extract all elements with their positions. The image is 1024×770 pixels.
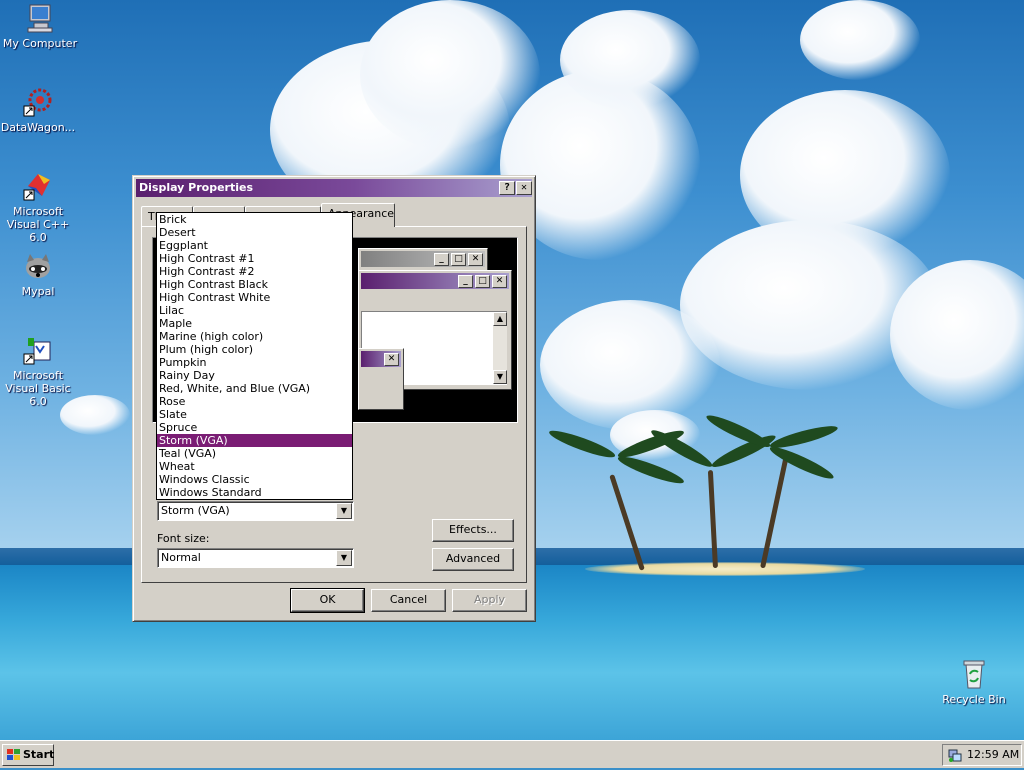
desktop-icon-mypal[interactable]: Mypal (0, 250, 78, 298)
help-button[interactable]: ? (499, 181, 515, 195)
preview-maximize-icon: □ (475, 275, 490, 288)
color-scheme-option[interactable]: Windows Classic (157, 473, 352, 486)
color-scheme-option[interactable]: Teal (VGA) (157, 447, 352, 460)
color-scheme-option[interactable]: Rainy Day (157, 369, 352, 382)
font-size-value: Normal (161, 551, 201, 564)
color-scheme-option[interactable]: High Contrast Black (157, 278, 352, 291)
color-scheme-option[interactable]: Spruce (157, 421, 352, 434)
taskbar: Start 12:59 AM (0, 740, 1024, 768)
window-title: Display Properties (139, 181, 254, 194)
visual-basic-icon (22, 334, 54, 366)
preview-scroll-down-icon: ▼ (493, 370, 507, 384)
preview-close-icon: ✕ (492, 275, 507, 288)
desktop-icon-visual-cpp[interactable]: Microsoft Visual C++ 6.0 (0, 170, 78, 244)
desktop-icon-visual-basic[interactable]: Microsoft Visual Basic 6.0 (0, 334, 78, 408)
recycle-bin-icon (958, 658, 990, 690)
apply-button[interactable]: Apply (452, 589, 527, 612)
window-titlebar[interactable]: Display Properties ? ✕ (136, 179, 532, 197)
preview-minimize-icon: _ (458, 275, 473, 288)
start-label: Start (23, 748, 55, 761)
effects-button[interactable]: Effects... (432, 519, 514, 542)
font-size-label: Font size: (157, 532, 210, 545)
color-scheme-select[interactable]: Storm (VGA) ▼ (157, 501, 354, 521)
color-scheme-option[interactable]: High Contrast White (157, 291, 352, 304)
network-icon[interactable] (947, 747, 963, 763)
color-scheme-dropdown-list[interactable]: Brick Desert Eggplant High Contrast #1 High … (156, 212, 353, 500)
chevron-down-icon[interactable]: ▼ (336, 550, 352, 566)
cancel-button[interactable]: Cancel (371, 589, 446, 612)
preview-scrollbar: ▲ ▼ (493, 312, 507, 384)
preview-maximize-icon: □ (451, 253, 466, 266)
color-scheme-option[interactable]: Pumpkin (157, 356, 352, 369)
color-scheme-option[interactable]: High Contrast #1 (157, 252, 352, 265)
preview-message-box: ✕ (358, 348, 404, 410)
color-scheme-option[interactable]: Eggplant (157, 239, 352, 252)
color-scheme-option[interactable]: Maple (157, 317, 352, 330)
color-scheme-option[interactable]: Marine (high color) (157, 330, 352, 343)
windows-logo-icon (6, 748, 21, 762)
start-button[interactable]: Start (2, 744, 54, 766)
color-scheme-option[interactable]: Brick (157, 213, 352, 226)
preview-active-titlebar: _ □ ✕ (361, 273, 509, 289)
wallpaper-cloud (800, 0, 920, 80)
wallpaper-cloud (560, 10, 700, 110)
wallpaper-island (585, 562, 865, 576)
visual-cpp-icon (22, 170, 54, 202)
desktop-icon-recycle-bin[interactable]: Recycle Bin (934, 658, 1014, 706)
mypal-icon (22, 250, 54, 282)
chevron-down-icon[interactable]: ▼ (336, 503, 352, 519)
wallpaper-cloud (540, 300, 720, 430)
computer-icon (24, 2, 56, 34)
color-scheme-option[interactable]: High Contrast #2 (157, 265, 352, 278)
color-scheme-value: Storm (VGA) (161, 504, 230, 517)
clock[interactable]: 12:59 AM (967, 745, 1019, 765)
color-scheme-option[interactable]: Wheat (157, 460, 352, 473)
desktop-icon-datawagon[interactable]: DataWagon... (0, 86, 78, 134)
preview-close-icon: ✕ (468, 253, 483, 266)
color-scheme-option[interactable]: Plum (high color) (157, 343, 352, 356)
preview-message-titlebar: ✕ (361, 351, 401, 367)
color-scheme-option[interactable]: Slate (157, 408, 352, 421)
font-size-select[interactable]: Normal ▼ (157, 548, 354, 568)
color-scheme-option[interactable]: Windows Standard (157, 486, 352, 499)
system-tray: 12:59 AM (942, 744, 1022, 766)
preview-inactive-titlebar: _ □ ✕ (361, 251, 485, 267)
color-scheme-option[interactable]: Storm (VGA) (157, 434, 352, 447)
datawagon-icon (22, 86, 54, 118)
color-scheme-option[interactable]: Red, White, and Blue (VGA) (157, 382, 352, 395)
close-button[interactable]: ✕ (516, 181, 532, 195)
preview-minimize-icon: _ (434, 253, 449, 266)
desktop-icon-my-computer[interactable]: My Computer (0, 2, 80, 50)
preview-scroll-up-icon: ▲ (493, 312, 507, 326)
ok-button[interactable]: OK (290, 588, 365, 613)
preview-close-icon: ✕ (384, 353, 399, 366)
color-scheme-option[interactable]: Rose (157, 395, 352, 408)
color-scheme-option[interactable]: Lilac (157, 304, 352, 317)
advanced-button[interactable]: Advanced (432, 548, 514, 571)
color-scheme-option[interactable]: Desert (157, 226, 352, 239)
